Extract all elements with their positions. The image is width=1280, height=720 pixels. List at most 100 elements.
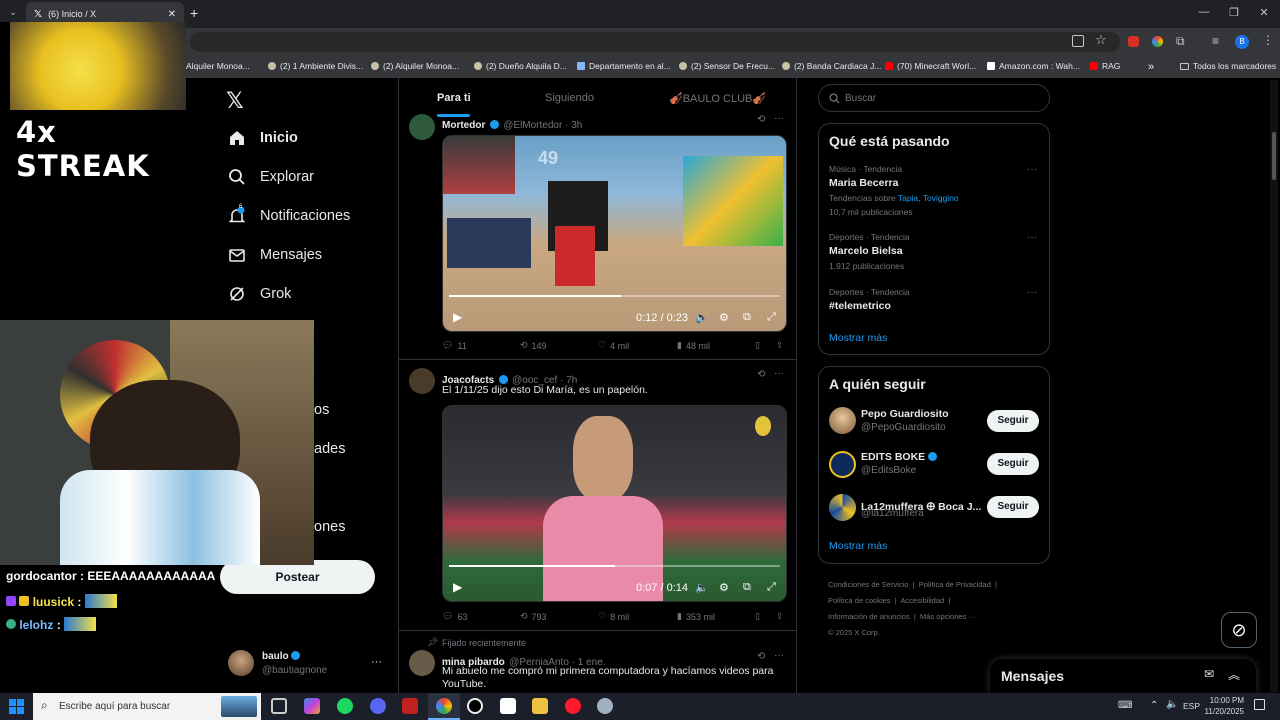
follow-avatar[interactable] <box>829 407 856 434</box>
footer-link[interactable]: Política de cookies <box>828 596 891 605</box>
volume-icon[interactable]: 🔈 <box>695 581 709 594</box>
tweet-more-icon[interactable]: ··· <box>774 650 784 661</box>
nav-home[interactable]: Inicio <box>228 129 298 147</box>
trend-more-icon[interactable]: ··· <box>1027 164 1037 175</box>
bookmark-item[interactable]: (70) Minecraft Worl... <box>885 61 976 71</box>
bookmark-item[interactable]: Alquiler Monoa... <box>186 61 250 71</box>
settings-gear-icon[interactable]: ⚙ <box>719 581 729 594</box>
volume-icon[interactable]: 🔈 <box>1166 699 1178 710</box>
settings-gear-icon[interactable]: ⚙ <box>719 311 729 324</box>
footer-link[interactable]: Condiciones de Servicio <box>828 580 908 589</box>
account-more-icon[interactable]: ··· <box>371 656 382 668</box>
tweet-video[interactable]: 49 ▶ 0:12 / 0:23 🔈 ⚙ ⧉ ⤢ <box>442 135 787 332</box>
scrollbar-thumb[interactable] <box>1272 132 1276 180</box>
follow-button[interactable]: Seguir <box>987 453 1039 475</box>
profile-avatar[interactable]: B <box>1235 35 1249 49</box>
trend-item[interactable]: Deportes · Tendencia #telemetrico <box>829 287 1039 312</box>
extensions-puzzle-icon[interactable]: ⧉ <box>1176 34 1185 49</box>
close-tab-icon[interactable]: ✕ <box>168 9 176 20</box>
tab-search-icon[interactable]: ⌄ <box>6 7 20 21</box>
tab-following[interactable]: Siguiendo <box>545 92 594 104</box>
taskbar-date[interactable]: 11/20/2025 <box>1204 707 1244 716</box>
follow-avatar[interactable] <box>829 451 856 478</box>
messages-drawer[interactable]: Mensajes ✉ ︽ <box>990 659 1256 693</box>
taskbar-time[interactable]: 10:00 PM <box>1204 696 1244 705</box>
spotify-icon[interactable] <box>337 698 353 714</box>
new-tab-icon[interactable]: + <box>190 5 198 21</box>
tweet-avatar[interactable] <box>409 650 435 676</box>
repost-button[interactable]: ⟲ 149 <box>520 340 547 351</box>
like-button[interactable]: ♡ 8 mil <box>598 611 629 622</box>
search-input[interactable]: Buscar <box>818 84 1050 112</box>
language-indicator[interactable]: ESP <box>1183 701 1200 711</box>
tweet-more-icon[interactable]: ··· <box>774 113 784 124</box>
trend-more-icon[interactable]: ··· <box>1027 287 1037 298</box>
x-logo-icon[interactable]: 𝕏 <box>226 88 244 114</box>
minimize-icon[interactable]: — <box>1196 6 1212 20</box>
extension-color-icon[interactable] <box>1152 36 1163 47</box>
file-explorer-icon[interactable] <box>532 698 548 714</box>
nav-label-partial[interactable]: os <box>314 402 329 418</box>
share-icon[interactable]: ⇪ <box>776 340 784 351</box>
footer-link[interactable]: Política de Privacidad <box>919 580 991 589</box>
task-view-icon[interactable] <box>271 698 287 714</box>
nav-explore[interactable]: Explorar <box>228 168 314 186</box>
tweet-more-icon[interactable]: ··· <box>774 368 784 379</box>
nav-grok[interactable]: Grok <box>228 285 291 303</box>
grok-tweet-icon[interactable]: ⟲ <box>757 651 765 662</box>
bookmark-icon[interactable]: ▯ <box>755 611 760 622</box>
fullscreen-icon[interactable]: ⤢ <box>767 581 776 594</box>
taskbar-search[interactable]: ⌕ Escribe aquí para buscar <box>33 693 261 720</box>
menu-kebab-icon[interactable]: ⋮ <box>1262 33 1274 47</box>
trends-show-more[interactable]: Mostrar más <box>829 332 887 344</box>
app-red-icon[interactable] <box>402 698 418 714</box>
new-message-icon[interactable]: ✉ <box>1204 667 1214 681</box>
tweet-handle[interactable]: @ElMortedor · 3h <box>503 120 582 131</box>
app-misc-icon[interactable] <box>597 698 613 714</box>
opera-icon[interactable] <box>565 698 581 714</box>
nav-label-partial[interactable]: ones <box>314 519 345 535</box>
post-button[interactable]: Postear <box>220 560 375 594</box>
tweet[interactable]: 📌︎ Fijado recientemente mina pibardo @Pe… <box>399 632 797 693</box>
obs-icon[interactable] <box>467 698 483 714</box>
views-button[interactable]: ▮ 353 mil <box>677 611 715 622</box>
grok-tweet-icon[interactable]: ⟲ <box>757 114 765 125</box>
follow-avatar[interactable] <box>829 494 856 521</box>
bookmark-icon[interactable]: ▯ <box>755 340 760 351</box>
trend-item[interactable]: Música · Tendencia Maria Becerra Tendenc… <box>829 164 1039 217</box>
like-button[interactable]: ♡ 4 mil <box>598 340 629 351</box>
tray-chevron-icon[interactable]: ⌃ <box>1150 700 1158 711</box>
extension-red-icon[interactable] <box>1128 36 1139 47</box>
bookmark-item[interactable]: (2) 1 Ambiente Divis... <box>268 61 363 71</box>
pip-icon[interactable]: ⧉ <box>743 581 751 594</box>
tweet-author[interactable]: Mortedor <box>442 120 485 131</box>
bookmark-item[interactable]: (2) Alquiler Monoa... <box>371 61 459 71</box>
trend-more-icon[interactable]: ··· <box>1027 232 1037 243</box>
play-icon[interactable]: ▶ <box>453 580 462 594</box>
footer-link[interactable]: Accesibilidad <box>900 596 944 605</box>
trend-item[interactable]: Deportes · Tendencia Marcelo Bielsa 1.91… <box>829 232 1039 271</box>
bookmark-item[interactable]: (2) Banda Cardiaca J... <box>782 61 881 71</box>
account-switcher[interactable]: baulo <box>262 651 301 662</box>
nav-messages[interactable]: Mensajes <box>228 246 322 264</box>
footer-link[interactable]: Más opciones ··· <box>920 612 976 621</box>
bookmark-item[interactable]: Departamento en al... <box>577 61 671 71</box>
expand-drawer-icon[interactable]: ︽ <box>1228 666 1240 683</box>
nav-label-partial[interactable]: ades <box>314 441 345 457</box>
video-progress-bar[interactable] <box>449 565 780 567</box>
nav-notifications[interactable]: 6 Notificaciones <box>228 204 350 225</box>
reply-button[interactable]: 💬︎ 63 <box>442 611 467 622</box>
media-control-icon[interactable]: ≡ <box>1212 34 1219 48</box>
tab-for-you[interactable]: Para ti <box>437 92 471 104</box>
fullscreen-icon[interactable]: ⤢ <box>767 311 776 324</box>
taskbar-active-chrome[interactable] <box>428 693 460 720</box>
url-field[interactable] <box>190 32 1120 52</box>
windows-start-icon[interactable] <box>9 699 24 714</box>
volume-icon[interactable]: 🔈 <box>695 311 709 324</box>
follow-button[interactable]: Seguir <box>987 496 1039 518</box>
page-scrollbar[interactable] <box>1270 80 1278 692</box>
bookmark-star-icon[interactable]: ☆ <box>1095 32 1107 48</box>
follow-name[interactable]: Pepo Guardiosito <box>861 408 949 420</box>
tweet-avatar[interactable] <box>409 368 435 394</box>
follow-name-row[interactable]: EDITS BOKE <box>861 451 938 463</box>
